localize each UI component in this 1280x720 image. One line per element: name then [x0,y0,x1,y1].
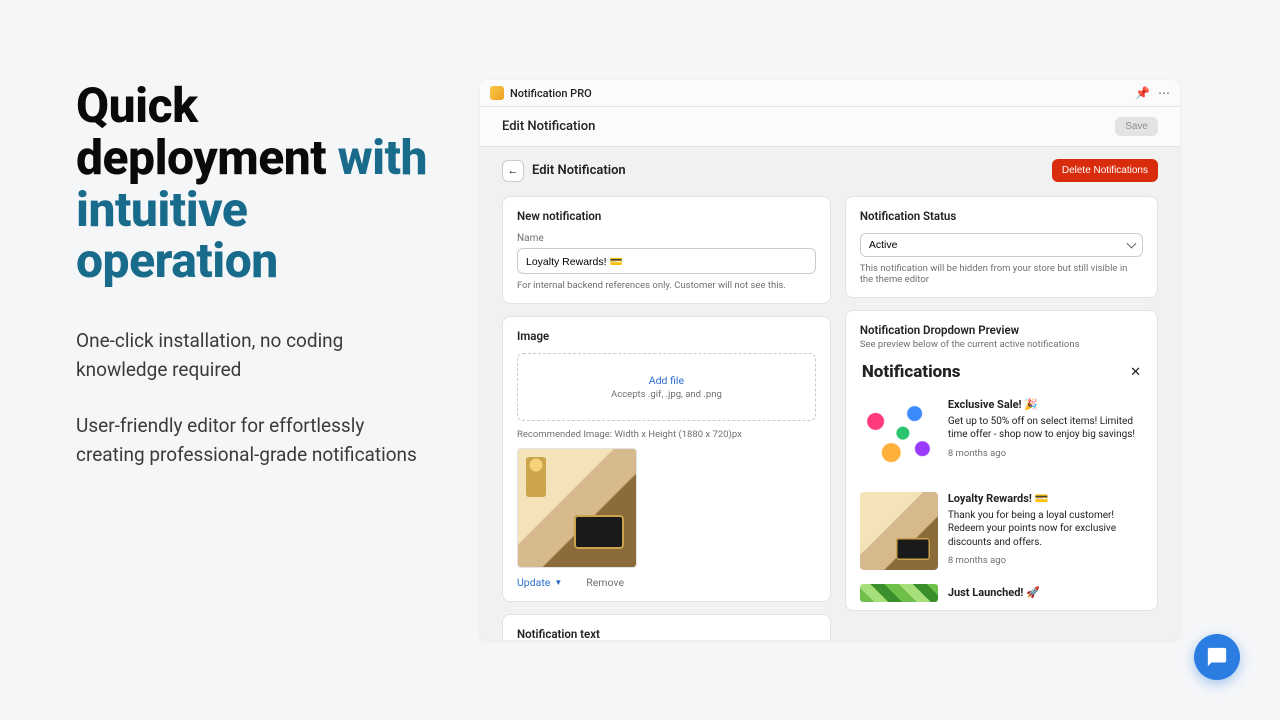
sub-copy-2: User-friendly editor for effortlessly cr… [76,412,436,469]
notification-text-card: Notification text [502,614,831,640]
notification-item[interactable]: Just Launched! 🚀 [860,578,1143,602]
app-name: Notification PRO [510,87,592,100]
save-button[interactable]: Save [1115,117,1158,136]
image-card: Image Add file Accepts .gif, .jpg, and .… [502,316,831,602]
sub-copy-1: One-click installation, no coding knowle… [76,327,436,384]
notification-thumb [860,492,938,570]
notification-desc: Thank you for being a loyal customer! Re… [948,509,1143,550]
app-header: Notification PRO 📌 ⋯ [480,80,1180,107]
update-image-button[interactable]: Update ▼ [517,576,562,589]
card-title: New notification [517,209,816,223]
notification-desc: Get up to 50% off on select items! Limit… [948,415,1143,442]
notification-date: 8 months ago [948,555,1143,568]
notification-title: Exclusive Sale! 🎉 [948,398,1143,413]
name-hint: For internal backend references only. Cu… [517,280,816,291]
close-icon[interactable]: ✕ [1130,365,1141,380]
subbar-title: Edit Notification [502,119,595,134]
page-title: Edit Notification [532,163,626,178]
accepts-hint: Accepts .gif, .jpg, and .png [526,389,807,400]
chat-fab[interactable] [1194,634,1240,680]
card-title: Notification Status [860,209,1143,223]
add-file-link[interactable]: Add file [526,374,807,387]
app-window: Notification PRO 📌 ⋯ Edit Notification S… [480,80,1180,640]
delete-notifications-button[interactable]: Delete Notifications [1052,159,1158,182]
app-subbar: Edit Notification Save [480,107,1180,147]
image-dropzone[interactable]: Add file Accepts .gif, .jpg, and .png [517,353,816,421]
headline-line-1: Quick deployment [76,77,326,186]
image-thumbnail[interactable] [517,448,637,568]
arrow-left-icon: ← [508,165,519,177]
marketing-column: Quick deployment with intuitive operatio… [0,0,480,720]
notification-status-card: Notification Status Active This notifica… [845,196,1158,298]
notification-thumb [860,398,938,476]
preview-card: Notification Dropdown Preview See previe… [845,310,1158,611]
notification-item[interactable]: Loyalty Rewards! 💳 Thank you for being a… [860,484,1143,578]
more-icon[interactable]: ⋯ [1158,86,1170,100]
card-title: Notification Dropdown Preview [860,323,1143,337]
name-label: Name [517,233,816,244]
status-hint: This notification will be hidden from yo… [860,263,1143,285]
notification-thumb [860,584,938,602]
chat-icon [1206,646,1228,668]
pin-icon[interactable]: 📌 [1135,86,1150,100]
preview-heading: Notifications [862,362,961,382]
notification-item[interactable]: Exclusive Sale! 🎉 Get up to 50% off on s… [860,390,1143,484]
notification-title: Just Launched! 🚀 [948,586,1040,599]
remove-image-button[interactable]: Remove [586,576,624,589]
app-logo-icon [490,86,504,100]
card-title: Image [517,329,816,343]
name-input[interactable] [517,248,816,274]
new-notification-card: New notification Name For internal backe… [502,196,831,304]
page-titlebar: ← Edit Notification Delete Notifications [502,159,1158,182]
caret-down-icon: ▼ [554,578,562,587]
headline: Quick deployment with intuitive operatio… [76,80,450,287]
preview-subtitle: See preview below of the current active … [860,339,1143,350]
notification-title: Loyalty Rewards! 💳 [948,492,1143,507]
recommended-size: Recommended Image: Width x Height (1880 … [517,429,816,440]
status-select[interactable]: Active [860,233,1143,257]
notification-date: 8 months ago [948,448,1143,461]
card-title: Notification text [517,627,816,640]
back-button[interactable]: ← [502,160,524,182]
